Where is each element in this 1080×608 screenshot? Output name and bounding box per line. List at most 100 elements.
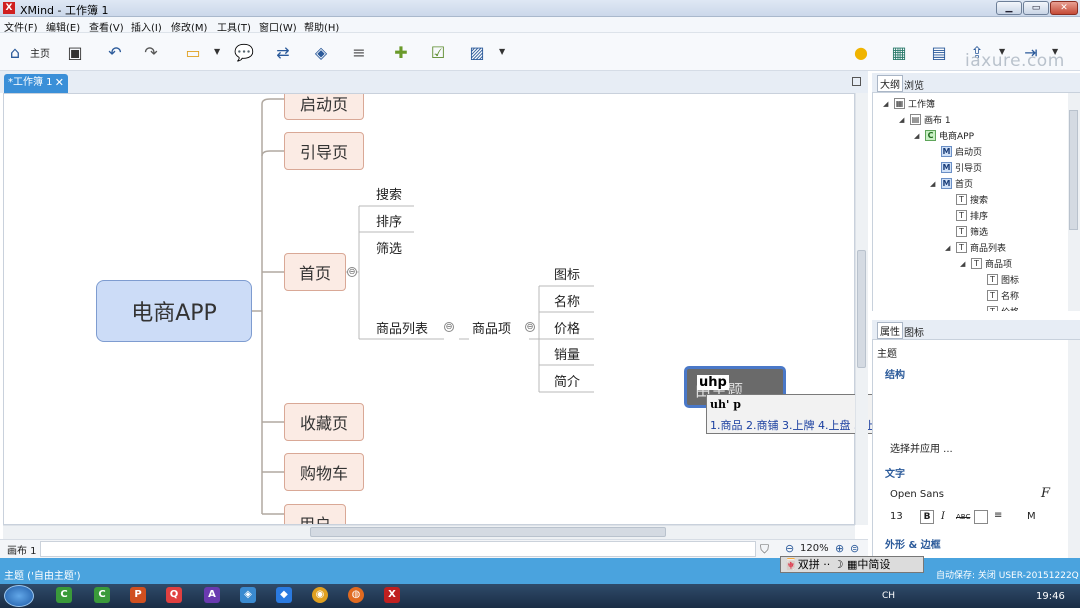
tree-row[interactable]: ◢ C 电商APP xyxy=(914,128,974,143)
tab-browse[interactable]: 浏览 xyxy=(904,77,924,92)
menu-tools[interactable]: 工具(T) xyxy=(217,19,251,34)
tab-properties[interactable]: 属性 xyxy=(877,322,903,339)
home-label[interactable]: 主页 xyxy=(30,45,50,60)
font-family-select[interactable]: Open Sans xyxy=(890,489,944,500)
sheet-tab[interactable]: 画布 1 xyxy=(7,542,37,557)
save-icon[interactable]: ▣ xyxy=(64,41,86,63)
taskbar-app-icon[interactable]: C xyxy=(56,587,72,603)
menu-insert[interactable]: 插入(I) xyxy=(131,19,162,34)
menu-window[interactable]: 窗口(W) xyxy=(259,19,297,34)
chrome-icon[interactable]: ◉ xyxy=(312,587,328,603)
menu-modify[interactable]: 修改(M) xyxy=(171,19,207,34)
tree-row[interactable]: T 名称 xyxy=(976,288,1019,303)
tree-row[interactable]: T 搜索 xyxy=(945,192,988,207)
insert-topic-dropdown-icon[interactable]: ▼ xyxy=(214,47,220,56)
menu-help[interactable]: 帮助(H) xyxy=(304,19,339,34)
axure-icon[interactable]: A xyxy=(204,587,220,603)
tree-row[interactable]: T 图标 xyxy=(976,272,1019,287)
relationship-icon[interactable]: ⇄ xyxy=(272,41,294,63)
zoom-out-icon[interactable]: ⊖ xyxy=(785,542,794,555)
filter-icon[interactable]: ⛉ xyxy=(760,542,769,557)
subtopic-product-list[interactable]: 商品列表 xyxy=(376,318,428,337)
menu-view[interactable]: 查看(V) xyxy=(89,19,124,34)
boundary-icon[interactable]: ◈ xyxy=(310,41,332,63)
taskbar-app-icon[interactable]: ◈ xyxy=(240,587,256,603)
brainstorm-bulb-icon[interactable]: ● xyxy=(850,41,872,63)
home-icon[interactable]: ⌂ xyxy=(4,41,26,63)
tab-workbook-1[interactable]: *工作簿 1 ✕ xyxy=(4,74,68,93)
menu-edit[interactable]: 编辑(E) xyxy=(46,19,80,34)
subtopic-sort[interactable]: 排序 xyxy=(376,211,402,230)
properties-scrollbar[interactable] xyxy=(1068,340,1080,558)
text-case-button[interactable]: M xyxy=(1027,511,1036,522)
topic-launch-page[interactable]: 启动页 xyxy=(284,94,364,120)
canvas-vertical-scroll-thumb[interactable] xyxy=(857,250,866,368)
image-icon[interactable]: ▨ xyxy=(466,41,488,63)
xmind-taskbar-icon[interactable]: X xyxy=(384,587,400,603)
subtopic-filter[interactable]: 筛选 xyxy=(376,238,402,257)
tree-row[interactable]: ◢ T 商品列表 xyxy=(945,240,1006,255)
shape-border-section-label[interactable]: 外形 & 边框 xyxy=(885,536,941,551)
tree-row[interactable]: ◢ ▤ 画布 1 xyxy=(899,112,951,127)
summary-icon[interactable]: ≡ xyxy=(348,41,370,63)
task-icon[interactable]: ☑ xyxy=(427,41,449,63)
text-color-button[interactable] xyxy=(974,510,988,524)
tree-row[interactable]: T 排序 xyxy=(945,208,988,223)
tree-row[interactable]: ◢ M 首页 xyxy=(930,176,973,191)
subtopic-name[interactable]: 名称 xyxy=(554,291,580,310)
clock[interactable]: 19:46 xyxy=(1036,591,1065,602)
zoom-fit-icon[interactable]: ⊜ xyxy=(850,542,859,555)
collapse-product-list-icon[interactable]: ⊖ xyxy=(444,322,454,332)
ime-toolbar[interactable]: 🀄双拼 ·· ☽ ▦中简设 xyxy=(780,556,924,573)
collapse-product-item-icon[interactable]: ⊖ xyxy=(525,322,535,332)
tree-row[interactable]: M 启动页 xyxy=(930,144,982,159)
text-section-label[interactable]: 文字 xyxy=(885,465,905,480)
tab-outline[interactable]: 大纲 xyxy=(877,75,903,92)
tree-row[interactable]: ◢ T 商品项 xyxy=(960,256,1012,271)
outline-scroll-thumb[interactable] xyxy=(1069,110,1078,230)
taskbar-app-icon[interactable]: C xyxy=(94,587,110,603)
apply-style-dropdown[interactable]: 选择并应用 ... xyxy=(890,440,953,455)
topic-favorites-page[interactable]: 收藏页 xyxy=(284,403,364,441)
collapse-home-icon[interactable]: ⊖ xyxy=(347,267,357,277)
font-dialog-icon[interactable]: F xyxy=(1041,486,1050,501)
topic-user[interactable]: 用户 xyxy=(284,504,346,524)
italic-button[interactable]: I xyxy=(941,511,945,522)
maximize-button[interactable]: ▭ xyxy=(1023,1,1049,15)
strikethrough-button[interactable]: ABC xyxy=(956,513,970,521)
close-button[interactable]: ✕ xyxy=(1050,1,1078,15)
callout-icon[interactable]: 💬 xyxy=(233,41,255,63)
tab-close-icon[interactable]: ✕ xyxy=(55,74,64,92)
tree-row[interactable]: T 筛选 xyxy=(945,224,988,239)
text-align-button[interactable]: ≡ xyxy=(994,510,1002,521)
bold-button[interactable]: B xyxy=(920,510,934,524)
tree-row[interactable]: M 引导页 xyxy=(930,160,982,175)
font-size-select[interactable]: 13 xyxy=(890,511,903,522)
subtopic-icon[interactable]: 图标 xyxy=(554,264,580,283)
start-button[interactable] xyxy=(4,585,34,607)
subtopic-price[interactable]: 价格 xyxy=(554,318,580,337)
redo-icon[interactable]: ↷ xyxy=(140,41,162,63)
tree-row[interactable]: ◢ ▦ 工作簿 xyxy=(883,96,935,111)
topic-home-page[interactable]: 首页 xyxy=(284,253,346,291)
sheet-strip[interactable] xyxy=(40,541,756,557)
firefox-icon[interactable]: ◍ xyxy=(348,587,364,603)
language-indicator[interactable]: CH xyxy=(882,591,895,601)
gantt-icon[interactable]: ▤ xyxy=(928,41,950,63)
undo-icon[interactable]: ↶ xyxy=(104,41,126,63)
subtopic-search[interactable]: 搜索 xyxy=(376,184,402,203)
taskbar-app-icon[interactable]: ◆ xyxy=(276,587,292,603)
topic-guide-page[interactable]: 引导页 xyxy=(284,132,364,170)
subtopic-sales[interactable]: 销量 xyxy=(554,344,580,363)
editor-maximize-icon[interactable] xyxy=(852,77,861,86)
image-dropdown-icon[interactable]: ▼ xyxy=(499,47,505,56)
subtopic-intro[interactable]: 简介 xyxy=(554,371,580,390)
zoom-in-icon[interactable]: ⊕ xyxy=(835,542,844,555)
menu-file[interactable]: 文件(F) xyxy=(4,19,38,34)
minimize-button[interactable]: ▁ xyxy=(996,1,1022,15)
structure-section-label[interactable]: 结构 xyxy=(885,366,905,381)
topic-cart[interactable]: 购物车 xyxy=(284,453,364,491)
marker-icon[interactable]: ✚ xyxy=(390,41,412,63)
qq-icon[interactable]: Q xyxy=(166,587,182,603)
tree-row[interactable]: T价格 xyxy=(976,304,1019,311)
